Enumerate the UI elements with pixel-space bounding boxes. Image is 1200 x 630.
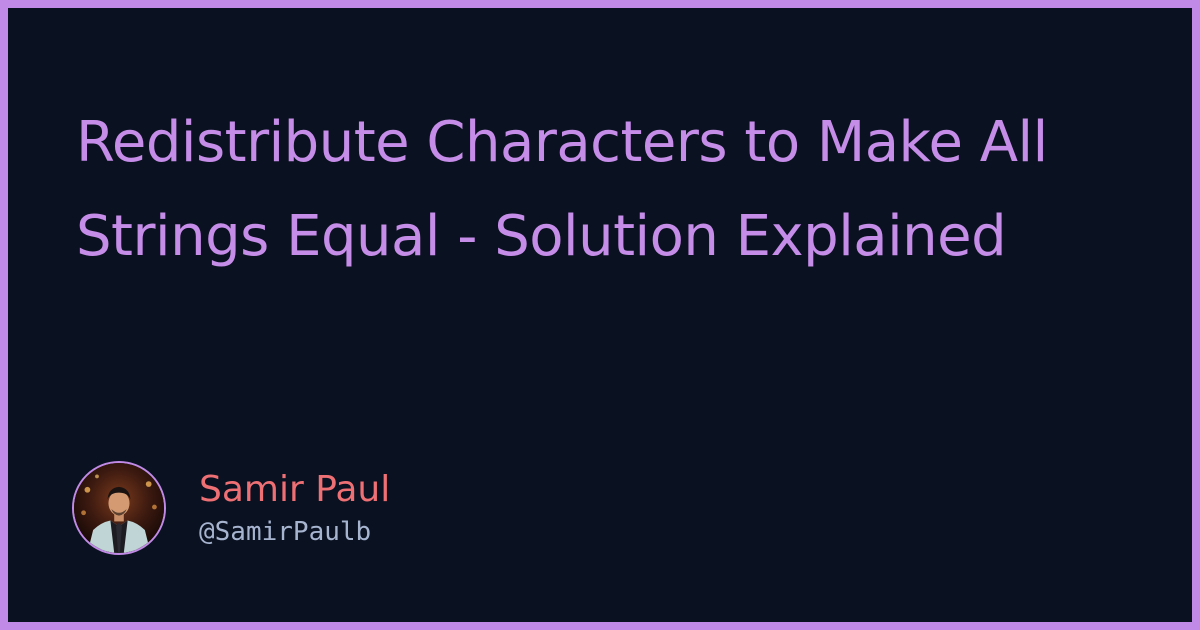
author-block: Samir Paul @SamirPaulb	[72, 459, 390, 557]
avatar-photo-icon	[74, 463, 164, 553]
author-name: Samir Paul	[199, 469, 391, 510]
social-preview-card: Redistribute Characters to Make All Stri…	[0, 0, 1200, 630]
author-avatar	[72, 461, 166, 555]
author-info: Samir Paul @SamirPaulb	[199, 468, 390, 548]
author-handle: @SamirPaulb	[199, 517, 372, 547]
post-title: Redistribute Characters to Make All Stri…	[76, 110, 1048, 269]
